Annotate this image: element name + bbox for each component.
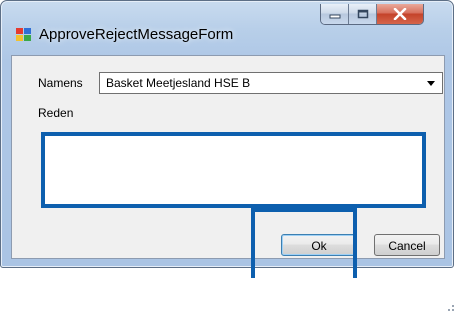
application-form-icon <box>16 28 31 41</box>
namens-label: Namens <box>38 76 83 90</box>
window-title: ApproveRejectMessageForm <box>39 26 234 43</box>
reden-textarea[interactable] <box>41 132 426 208</box>
close-icon <box>393 8 407 20</box>
dropdown-arrow-icon[interactable] <box>424 76 438 90</box>
maximize-icon <box>357 9 368 19</box>
reden-label: Reden <box>38 106 74 120</box>
maximize-button[interactable] <box>349 4 377 24</box>
namens-selected-value: Basket Meetjesland HSE B <box>106 76 251 90</box>
minimize-icon <box>329 14 340 19</box>
resize-grip-icon[interactable] <box>447 300 454 312</box>
close-button[interactable] <box>377 4 423 24</box>
namens-combobox[interactable]: Basket Meetjesland HSE B <box>99 72 443 94</box>
caption-buttons <box>320 4 424 25</box>
ok-button-highlight <box>251 208 357 278</box>
minimize-button[interactable] <box>321 4 349 24</box>
title-bar[interactable]: ApproveRejectMessageForm <box>1 1 453 53</box>
cancel-button[interactable]: Cancel <box>374 234 440 256</box>
form-client-area: Namens Basket Meetjesland HSE B Reden Ok… <box>11 55 454 311</box>
dialog-window: ApproveRejectMessageForm Namens Basket M… <box>0 0 454 311</box>
